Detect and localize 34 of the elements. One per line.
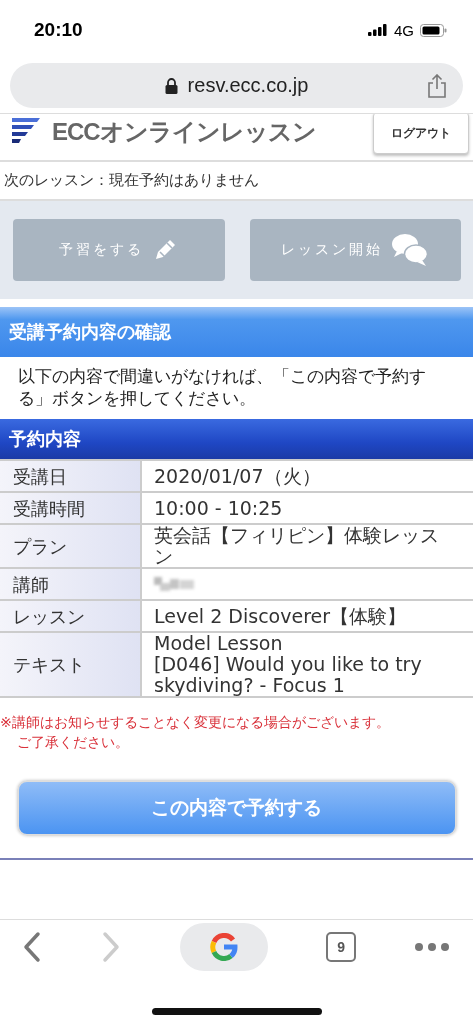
chat-bubbles-icon — [391, 233, 430, 267]
table-header-cell: 受講時間 — [0, 492, 141, 524]
table-header-cell: テキスト — [0, 632, 141, 697]
search-button[interactable] — [179, 923, 268, 971]
logout-button[interactable]: ログアウト — [373, 114, 469, 154]
logo-mark-icon — [10, 118, 40, 146]
table-header-cell: プラン — [0, 524, 141, 568]
back-icon[interactable] — [22, 931, 42, 963]
network-type: 4G — [394, 21, 414, 39]
instruction-text: 以下の内容で間違いがなければ、「この内容で予約する」ボタンを押してください。 — [17, 365, 427, 410]
signal-icon — [368, 24, 388, 36]
table-title: 予約内容 — [0, 419, 473, 459]
table-cell: Level 2 Discoverer【体験】 — [141, 600, 473, 632]
g-logo-icon — [209, 933, 238, 961]
notice-text: ご了承ください。 — [16, 733, 130, 752]
lock-icon — [164, 77, 178, 94]
table-cell: 2020/01/07（火） — [141, 460, 473, 492]
table-header-cell: 受講日 — [0, 460, 141, 492]
address-bar[interactable]: resv.ecc.co.jp — [10, 63, 463, 108]
section-title: 受講予約内容の確認 — [0, 307, 473, 357]
battery-icon — [420, 23, 447, 37]
url-text: resv.ecc.co.jp — [187, 74, 309, 97]
table-cell: Model Lesson [D046] Would you like to try skydiving? - Focus 1 — [141, 632, 473, 697]
table-header-cell: 講師 — [0, 568, 141, 600]
clock-time: 20:10 — [34, 19, 84, 41]
table-cell: 10:00 - 10:25 — [141, 492, 473, 524]
site-logo: ECCオンラインレッスン — [52, 117, 316, 147]
notice-text: ※講師はお知らせすることなく変更になる場合がございます。 — [0, 713, 391, 732]
tab-count-button[interactable]: 9 — [326, 932, 357, 962]
share-icon[interactable] — [427, 74, 447, 98]
table-header-cell: レッスン — [0, 600, 141, 632]
blurred-name-drawing — [154, 575, 196, 593]
more-icon[interactable] — [415, 943, 449, 951]
table-cell: 英会話【フィリピン】体験レッスン — [141, 524, 473, 568]
